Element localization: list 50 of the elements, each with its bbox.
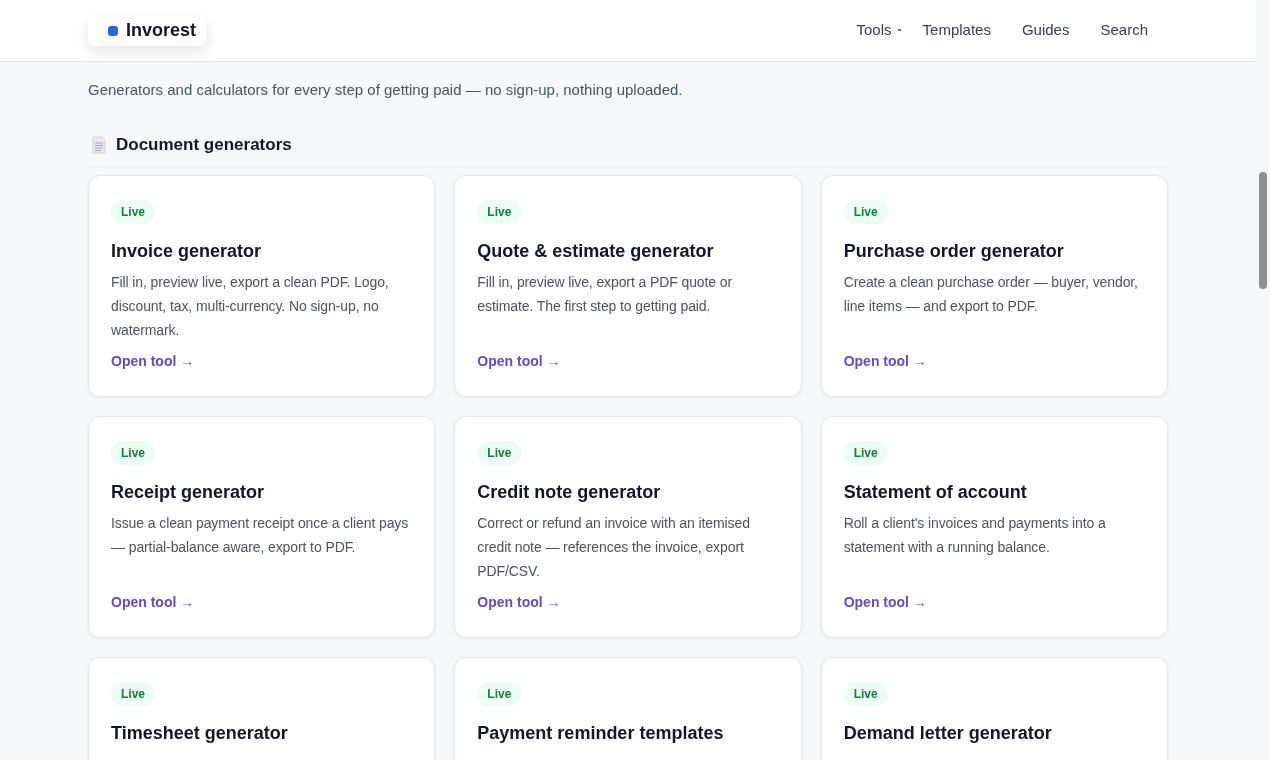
card-description: Issue a clean payment receipt once a client pays — partial-balance aware, export to PDF. — [111, 513, 410, 557]
status-badge: Live — [111, 199, 155, 224]
card-title: Payment reminder templates — [477, 721, 725, 745]
section-heading: Document generators — [116, 134, 292, 156]
status-badge: Live — [111, 681, 155, 706]
card-description: Fill in, preview live, export a PDF quote or estimate. The first step to getting paid. — [477, 272, 734, 316]
status-badge: Live — [477, 199, 522, 224]
nav-link[interactable]: Search — [1100, 19, 1148, 42]
tool-card[interactable]: Live Credit note generator Correct or refund an invoice with an itemised credit note — references the invoice, export PDF/CSV. Open tool → — [454, 415, 802, 638]
status-badge: Live — [477, 681, 522, 706]
tool-card[interactable]: Live Statement of account Roll a client's invoices and payments into a statement with a running balance. Open tool → — [820, 415, 1168, 638]
open-tool-link[interactable]: Open tool → — [477, 350, 561, 372]
logo-icon — [108, 25, 118, 36]
card-description: Roll a client's invoices and payments into a statement with a running balance. — [843, 513, 1107, 557]
status-badge: Live — [843, 199, 888, 224]
open-tool-link[interactable]: Open tool → — [843, 350, 927, 372]
open-tool-link[interactable]: Open tool → — [111, 350, 195, 372]
card-title: Statement of account — [843, 480, 1028, 504]
card-description: Create a clean purchase order — buyer, vendor, line items — and export to PDF. — [843, 272, 1139, 316]
status-badge: Live — [843, 440, 888, 465]
status-badge: Live — [111, 440, 155, 465]
card-title: Timesheet generator — [111, 721, 289, 745]
card-description: Correct or refund an invoice with an itemised credit note — references the invoice, export PDF/CSV. — [477, 513, 751, 581]
tool-card[interactable]: Live Receipt generator Issue a clean payment receipt once a client pays — partial-balance aware, export to PDF. Open tool → — [88, 415, 436, 638]
open-tool-link[interactable]: Open tool → — [477, 591, 561, 613]
card-title: Invoice generator — [111, 239, 263, 263]
nav-dropdown[interactable]: Tools — [856, 19, 901, 42]
scrollbar-thumb[interactable] — [1259, 172, 1267, 289]
tool-card[interactable]: Live Demand letter generator — [820, 656, 1168, 760]
document-icon — [92, 135, 106, 154]
card-title: Quote & estimate generator — [477, 239, 715, 263]
nav-link[interactable]: Guides — [1021, 19, 1070, 42]
card-title: Receipt generator — [111, 480, 266, 504]
tool-card[interactable]: Live Payment reminder templates — [454, 656, 802, 760]
nav-link[interactable]: Templates — [922, 19, 991, 42]
card-description: Fill in, preview live, export a clean PDF. Logo, discount, tax, multi-currency. No sign-up, no watermark. — [111, 272, 390, 340]
status-badge: Live — [843, 681, 888, 706]
card-title: Purchase order generator — [843, 239, 1065, 263]
tool-card[interactable]: Live Purchase order generator Create a clean purchase order — buyer, vendor, line items — and export to PDF. Open tool → — [820, 174, 1168, 397]
caret-icon — [897, 28, 901, 31]
open-tool-link[interactable]: Open tool → — [843, 591, 927, 613]
tool-card[interactable]: Live Quote & estimate generator Fill in, preview live, export a PDF quote or estimate. The first step to getting paid. Open tool → — [454, 174, 802, 397]
tool-card[interactable]: Live Invoice generator Fill in, preview live, export a clean PDF. Logo, discount, tax, multi-currency. No sign-up, no watermark. Open tool → — [88, 174, 436, 397]
brand-logo-link[interactable]: Invorest — [88, 15, 207, 46]
card-title: Demand letter generator — [843, 721, 1053, 745]
open-tool-link[interactable]: Open tool → — [111, 591, 195, 613]
intro-text: Generators and calculators for every step of getting paid — no sign-up, nothing uploaded. — [88, 80, 684, 100]
card-title: Credit note generator — [477, 480, 662, 504]
tool-card[interactable]: Live Timesheet generator — [88, 656, 436, 760]
status-badge: Live — [477, 440, 522, 465]
